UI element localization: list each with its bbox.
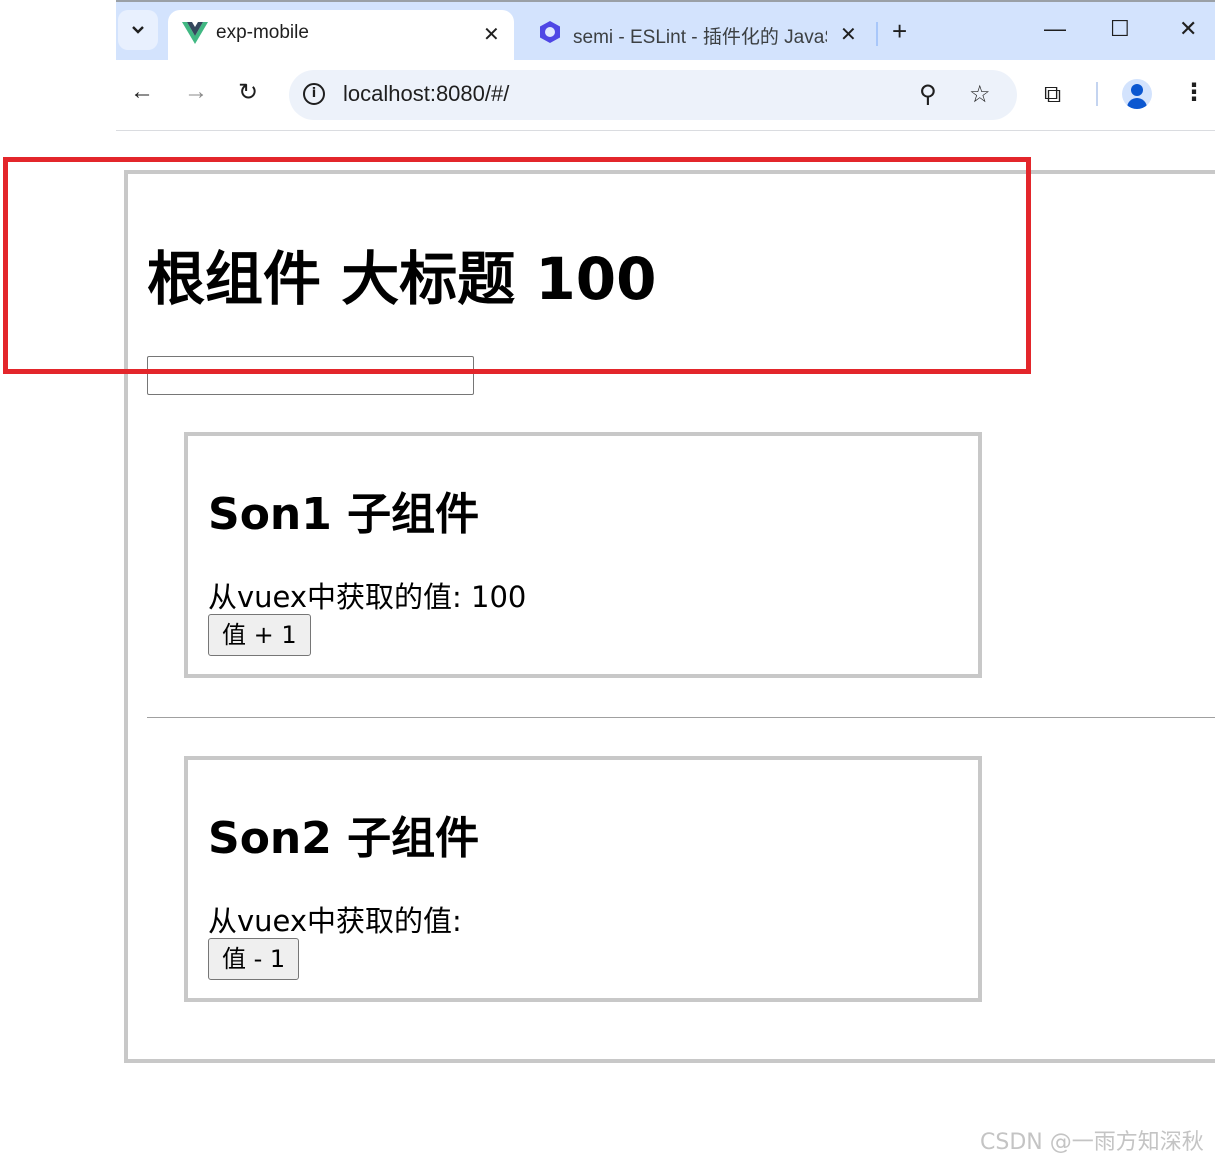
son2-value-text: 从vuex中获取的值: [208,904,462,938]
tab-exp-mobile[interactable]: exp-mobile ✕ [168,10,514,62]
son2-box [184,756,982,1002]
chevron-down-icon [132,26,144,34]
browser-menu-icon[interactable]: ⋮ [1182,78,1206,106]
avatar-body [1127,98,1147,109]
browser-chrome: exp-mobile ✕ semi - ESLint - 插件化的 JavaSc… [116,0,1215,131]
url-text[interactable]: localhost:8080/#/ [343,81,509,107]
tab-semi-eslint[interactable]: semi - ESLint - 插件化的 JavaScript ✕ [524,10,864,54]
son1-title: Son1 子组件 [208,489,480,540]
address-bar[interactable]: i localhost:8080/#/ ⚲ ☆ [289,70,1017,120]
tab-title: exp-mobile [216,22,309,43]
tab-title: semi - ESLint - 插件化的 JavaScript [573,27,827,48]
maximize-button[interactable]: ☐ [1110,16,1130,42]
forward-button[interactable]: → [184,78,208,106]
tab-divider [876,22,878,46]
tab-close-icon[interactable]: ✕ [840,22,857,47]
toolbar-divider [1096,82,1098,106]
tab-close-icon[interactable]: ✕ [483,22,500,47]
divider-line [147,717,1215,718]
semi-logo-icon [538,20,562,48]
increment-button[interactable]: 值 + 1 [208,614,311,656]
minimize-button[interactable]: — [1044,16,1066,42]
browser-toolbar: ← → ↻ i localhost:8080/#/ ⚲ ☆ ⧉ ⋮ [116,60,1215,131]
highlight-box [3,157,1031,374]
back-button[interactable]: ← [130,78,154,106]
son1-value-text: 从vuex中获取的值: 100 [208,580,527,614]
bookmark-star-icon[interactable]: ☆ [969,80,991,108]
avatar-head [1131,84,1143,96]
zoom-icon[interactable]: ⚲ [919,80,937,108]
site-info-icon[interactable]: i [303,83,325,105]
decrement-button[interactable]: 值 - 1 [208,938,300,980]
son2-title: Son2 子组件 [208,813,480,864]
reload-button[interactable]: ↻ [238,78,258,107]
close-window-button[interactable]: ✕ [1179,16,1197,42]
vue-logo-icon [182,22,208,48]
new-tab-button[interactable]: + [892,16,907,47]
profile-avatar-icon[interactable] [1122,79,1152,109]
watermark: CSDN @一雨方知深秋 [980,1130,1204,1155]
tab-search-button[interactable] [118,10,158,50]
tab-strip: exp-mobile ✕ semi - ESLint - 插件化的 JavaSc… [116,0,1215,62]
extensions-icon[interactable]: ⧉ [1044,80,1061,108]
